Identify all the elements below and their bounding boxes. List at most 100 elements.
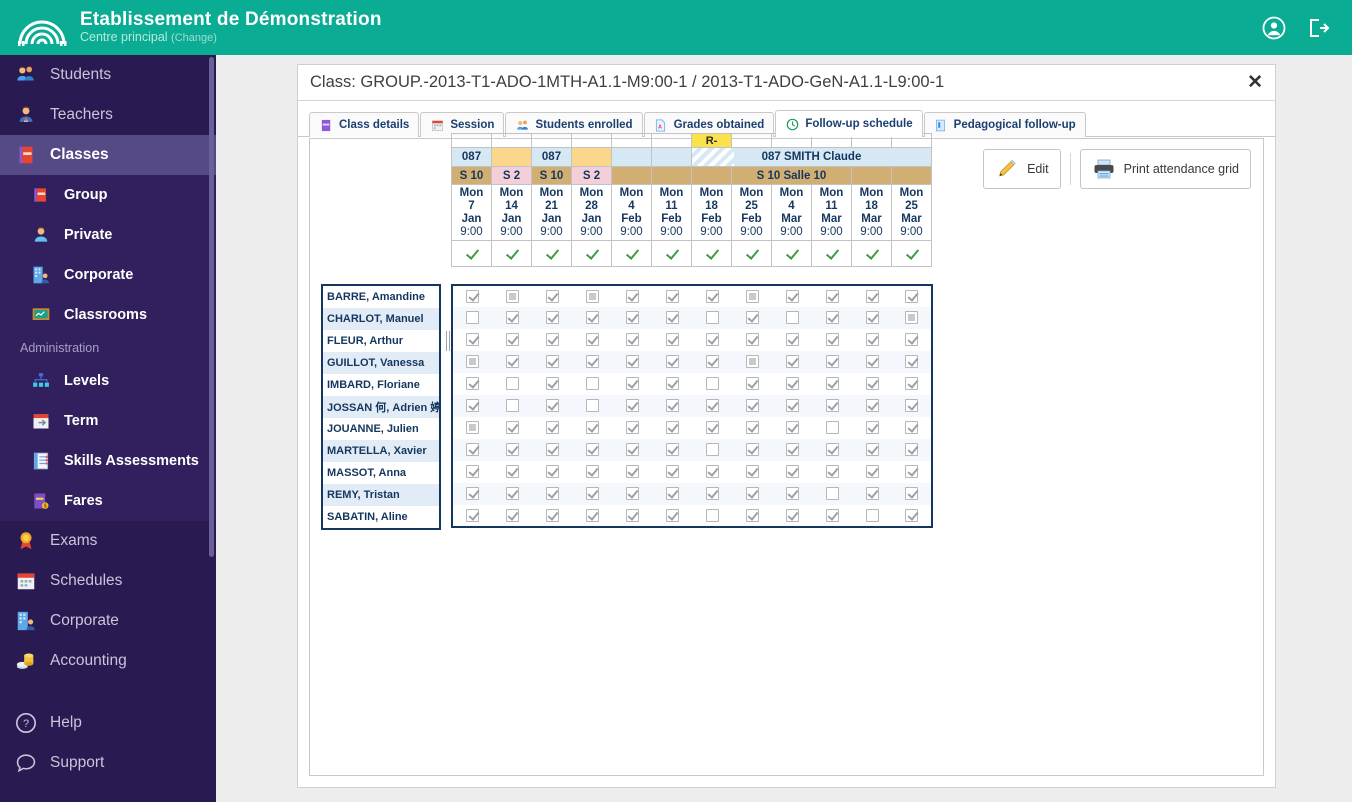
attendance-checkbox[interactable] (745, 443, 759, 457)
attendance-cell[interactable] (492, 307, 532, 329)
attendance-cell[interactable] (452, 329, 492, 351)
attendance-cell[interactable] (692, 439, 732, 461)
attendance-checkbox[interactable] (466, 443, 479, 457)
attendance-cell[interactable] (852, 483, 892, 505)
attendance-cell[interactable] (812, 373, 852, 395)
attendance-checkbox[interactable] (665, 333, 679, 347)
attendance-cell[interactable] (732, 483, 772, 505)
sidebar-item-help[interactable]: ? Help (0, 703, 216, 743)
attendance-cell[interactable] (732, 373, 772, 395)
attendance-cell[interactable] (612, 351, 652, 373)
attendance-checkbox[interactable] (785, 399, 799, 413)
sidebar-item-group[interactable]: Group (0, 175, 216, 215)
attendance-cell[interactable] (572, 417, 612, 439)
attendance-cell[interactable] (852, 505, 892, 527)
attendance-cell[interactable] (652, 395, 692, 417)
attendance-checkbox[interactable] (705, 399, 719, 413)
sidebar-item-fares[interactable]: $ Fares (0, 481, 216, 521)
attendance-cell[interactable] (652, 373, 692, 395)
attendance-cell[interactable] (452, 483, 492, 505)
attendance-checkbox[interactable] (505, 355, 519, 369)
attendance-cell[interactable] (732, 329, 772, 351)
attendance-checkbox[interactable] (865, 399, 879, 413)
attendance-cell[interactable] (732, 461, 772, 483)
close-icon[interactable]: ✕ (1247, 73, 1263, 92)
student-name-cell[interactable]: CHARLOT, Manuel (323, 308, 439, 330)
attendance-checkbox[interactable] (585, 421, 599, 435)
attendance-cell[interactable] (492, 417, 532, 439)
attendance-checkbox[interactable] (825, 443, 839, 457)
attendance-cell[interactable] (652, 439, 692, 461)
attendance-cell[interactable] (652, 329, 692, 351)
attendance-cell[interactable] (892, 505, 932, 527)
attendance-checkbox[interactable] (905, 311, 918, 325)
attendance-cell[interactable] (572, 285, 612, 307)
attendance-checkbox[interactable] (585, 443, 599, 457)
attendance-checkbox[interactable] (705, 377, 719, 391)
tab-follow-up-schedule[interactable]: Follow-up schedule (775, 110, 923, 137)
attendance-cell[interactable] (572, 351, 612, 373)
attendance-checkbox[interactable] (865, 289, 879, 303)
attendance-checkbox[interactable] (825, 508, 839, 522)
attendance-cell[interactable] (572, 373, 612, 395)
attendance-checkbox[interactable] (585, 508, 599, 522)
attendance-cell[interactable] (532, 439, 572, 461)
sidebar-item-skills-assessments[interactable]: Skills Assessments (0, 441, 216, 481)
attendance-checkbox[interactable] (665, 311, 679, 325)
attendance-checkbox[interactable] (705, 421, 719, 435)
attendance-checkbox[interactable] (585, 289, 599, 303)
attendance-cell[interactable] (532, 351, 572, 373)
attendance-checkbox[interactable] (665, 355, 679, 369)
session-validated-check[interactable] (571, 240, 612, 267)
attendance-cell[interactable] (572, 307, 612, 329)
attendance-cell[interactable] (892, 439, 932, 461)
attendance-checkbox[interactable] (785, 487, 799, 501)
attendance-cell[interactable] (452, 307, 492, 329)
attendance-checkbox[interactable] (785, 421, 799, 435)
sidebar-item-private[interactable]: Private (0, 215, 216, 255)
sidebar-item-classes[interactable]: Classes (0, 135, 216, 175)
attendance-checkbox[interactable] (865, 465, 879, 479)
attendance-cell[interactable] (732, 307, 772, 329)
attendance-checkbox[interactable] (625, 333, 639, 347)
session-validated-check[interactable] (691, 240, 732, 267)
attendance-cell[interactable] (652, 461, 692, 483)
attendance-cell[interactable] (612, 483, 652, 505)
attendance-checkbox[interactable] (625, 311, 639, 325)
attendance-checkbox[interactable] (505, 443, 519, 457)
attendance-checkbox[interactable] (625, 421, 639, 435)
attendance-cell[interactable] (492, 373, 532, 395)
attendance-cell[interactable] (852, 351, 892, 373)
attendance-checkbox[interactable] (625, 508, 639, 522)
attendance-checkbox[interactable] (466, 399, 479, 413)
attendance-cell[interactable] (812, 351, 852, 373)
session-validated-check[interactable] (891, 240, 932, 267)
attendance-cell[interactable] (852, 329, 892, 351)
attendance-checkbox[interactable] (625, 443, 639, 457)
attendance-checkbox[interactable] (785, 465, 799, 479)
attendance-checkbox[interactable] (825, 465, 839, 479)
attendance-checkbox[interactable] (545, 289, 559, 303)
student-name-cell[interactable]: REMY, Tristan (323, 484, 439, 506)
attendance-cell[interactable] (612, 417, 652, 439)
attendance-checkbox[interactable] (865, 377, 879, 391)
user-circle-icon[interactable] (1262, 16, 1286, 40)
attendance-checkbox[interactable] (466, 355, 479, 369)
attendance-checkbox[interactable] (745, 377, 759, 391)
student-name-cell[interactable]: JOUANNE, Julien (323, 418, 439, 440)
attendance-checkbox[interactable] (665, 508, 679, 522)
attendance-checkbox[interactable] (905, 487, 918, 501)
sidebar-item-corporate-main[interactable]: Corporate (0, 601, 216, 641)
attendance-cell[interactable] (692, 395, 732, 417)
attendance-cell[interactable] (452, 417, 492, 439)
attendance-cell[interactable] (612, 285, 652, 307)
attendance-cell[interactable] (772, 417, 812, 439)
attendance-checkbox[interactable] (745, 355, 759, 369)
attendance-checkbox[interactable] (665, 289, 679, 303)
attendance-checkbox[interactable] (625, 377, 639, 391)
attendance-cell[interactable] (652, 483, 692, 505)
attendance-cell[interactable] (732, 417, 772, 439)
attendance-cell[interactable] (772, 461, 812, 483)
attendance-checkbox[interactable] (745, 311, 759, 325)
attendance-cell[interactable] (772, 373, 812, 395)
